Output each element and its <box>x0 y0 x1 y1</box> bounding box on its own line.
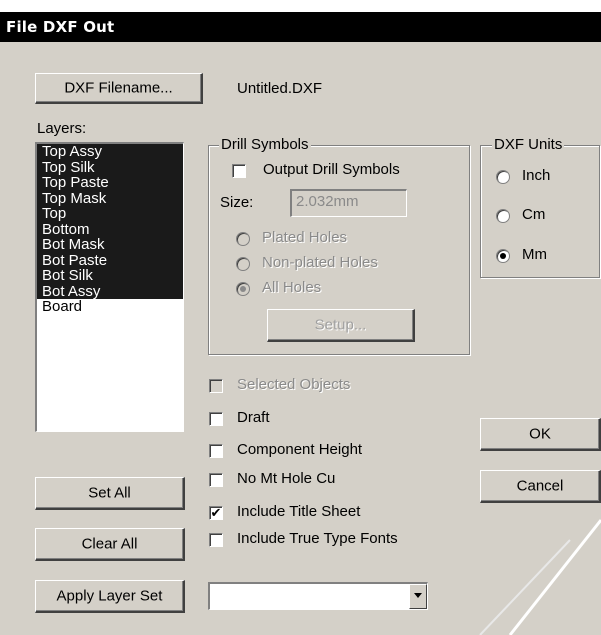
layers-listbox[interactable]: Top Assy Top Silk Top Paste Top Mask Top Bott… <box>35 142 184 432</box>
layer-set-combobox[interactable] <box>208 582 428 610</box>
include-true-type-fonts-checkbox[interactable] <box>209 533 223 547</box>
dxf-filename-button[interactable]: DXF Filename... <box>35 73 203 104</box>
layer-list-item[interactable]: Board <box>37 299 183 315</box>
layer-list-item[interactable]: Bottom <box>37 221 183 237</box>
layers-list: Top Assy Top Silk Top Paste Top Mask Top Bott… <box>37 144 183 315</box>
set-all-button[interactable]: Set All <box>35 477 185 510</box>
cancel-button-label: Cancel <box>516 477 564 495</box>
layer-list-item[interactable]: Top <box>37 206 183 222</box>
title-bar[interactable]: File DXF Out <box>0 12 601 42</box>
layer-list-item[interactable]: Bot Paste <box>37 252 183 268</box>
include-title-sheet-label: Include Title Sheet <box>237 503 361 520</box>
set-all-button-label: Set All <box>88 484 131 502</box>
layer-list-item[interactable]: Top Mask <box>37 190 183 206</box>
drill-setup-button[interactable]: Setup... <box>267 309 415 342</box>
no-mt-hole-cu-label: No Mt Hole Cu <box>237 470 336 487</box>
layer-list-item[interactable]: Top Assy <box>37 144 183 160</box>
layer-list-item[interactable]: Bot Silk <box>37 268 183 284</box>
plated-holes-radio[interactable] <box>236 232 250 246</box>
check-mark-icon: ✔ <box>210 505 222 520</box>
include-true-type-fonts-label: Include True Type Fonts <box>237 530 398 547</box>
no-mt-hole-cu-checkbox[interactable] <box>209 473 223 487</box>
output-drill-symbols-label: Output Drill Symbols <box>263 161 400 178</box>
component-height-checkbox[interactable] <box>209 444 223 458</box>
all-holes-radio[interactable] <box>236 282 250 296</box>
units-mm-label: Mm <box>522 246 547 263</box>
drill-symbols-group-label: Drill Symbols <box>219 136 311 153</box>
units-inch-radio[interactable] <box>496 170 510 184</box>
drill-size-field[interactable]: 2.032mm <box>290 189 407 217</box>
selected-objects-label: Selected Objects <box>237 376 351 393</box>
window-title: File DXF Out <box>6 18 115 36</box>
units-cm-radio[interactable] <box>496 209 510 223</box>
dxf-units-group-label: DXF Units <box>492 136 565 153</box>
drill-size-label: Size: <box>220 194 254 211</box>
ok-button-label: OK <box>529 425 551 443</box>
selected-objects-checkbox[interactable] <box>209 379 223 393</box>
apply-layer-set-button-label: Apply Layer Set <box>56 587 163 605</box>
layer-list-item[interactable]: Top Silk <box>37 159 183 175</box>
drill-setup-button-label: Setup... <box>314 316 367 334</box>
layer-list-item[interactable]: Bot Mask <box>37 237 183 253</box>
include-title-sheet-checkbox[interactable]: ✔ <box>209 506 223 520</box>
dxf-out-dialog: File DXF Out DXF Filename... Untitled.DX… <box>0 0 601 635</box>
cancel-button[interactable]: Cancel <box>480 470 601 503</box>
nonplated-holes-radio[interactable] <box>236 257 250 271</box>
draft-label: Draft <box>237 409 270 426</box>
nonplated-holes-label: Non-plated Holes <box>262 254 378 271</box>
units-cm-label: Cm <box>522 206 546 223</box>
all-holes-label: All Holes <box>262 279 322 296</box>
draft-checkbox[interactable] <box>209 412 223 426</box>
units-mm-radio[interactable] <box>496 249 510 263</box>
units-inch-label: Inch <box>522 167 551 184</box>
clear-all-button-label: Clear All <box>81 535 138 553</box>
ok-button[interactable]: OK <box>480 418 601 451</box>
chevron-down-icon[interactable] <box>409 584 427 609</box>
apply-layer-set-button[interactable]: Apply Layer Set <box>35 580 185 613</box>
radio-selected-dot <box>500 253 506 259</box>
dxf-filename-button-label: DXF Filename... <box>64 79 173 97</box>
drill-size-value: 2.032mm <box>296 193 359 210</box>
layer-list-item[interactable]: Bot Assy <box>37 283 183 299</box>
clear-all-button[interactable]: Clear All <box>35 528 185 561</box>
component-height-label: Component Height <box>237 441 363 458</box>
layer-list-item[interactable]: Top Paste <box>37 175 183 191</box>
plated-holes-label: Plated Holes <box>262 229 348 246</box>
radio-selected-dot <box>240 286 246 292</box>
output-drill-symbols-checkbox[interactable] <box>232 164 246 178</box>
dxf-filename-value: Untitled.DXF <box>237 80 323 97</box>
layers-label: Layers: <box>37 120 87 137</box>
